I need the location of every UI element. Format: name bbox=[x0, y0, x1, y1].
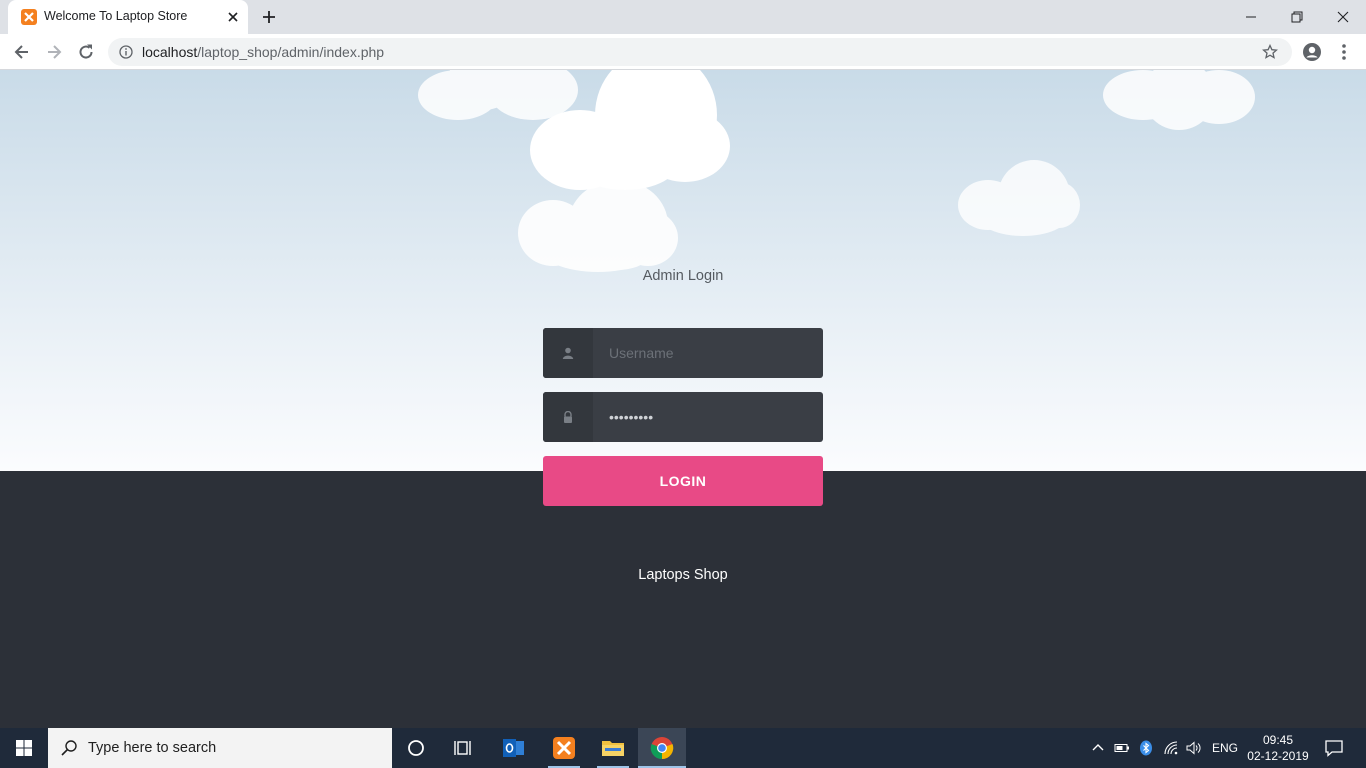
file-explorer-icon[interactable] bbox=[589, 728, 637, 768]
profile-avatar-icon[interactable] bbox=[1302, 42, 1322, 62]
xampp-favicon-icon bbox=[21, 9, 37, 25]
task-view-icon[interactable] bbox=[440, 728, 488, 768]
bookmark-star-icon[interactable] bbox=[1262, 43, 1278, 60]
battery-icon[interactable] bbox=[1114, 740, 1130, 756]
page-content: Admin Login LOGIN Laptops Shop bbox=[0, 70, 1366, 728]
chrome-icon[interactable] bbox=[638, 728, 686, 768]
language-indicator[interactable]: ENG bbox=[1212, 741, 1238, 755]
info-icon[interactable] bbox=[119, 45, 133, 59]
xampp-icon[interactable] bbox=[540, 728, 588, 768]
minimize-button[interactable] bbox=[1228, 0, 1274, 34]
user-icon-box bbox=[543, 328, 593, 378]
user-icon bbox=[562, 347, 574, 359]
clock-date: 02-12-2019 bbox=[1247, 749, 1309, 763]
forward-arrow-icon[interactable] bbox=[44, 42, 64, 62]
clock-time: 09:45 bbox=[1262, 733, 1294, 747]
footer-brand: Laptops Shop bbox=[638, 567, 728, 583]
cortana-icon[interactable] bbox=[392, 728, 440, 768]
taskbar-search-box[interactable]: Type here to search bbox=[48, 728, 392, 768]
lock-icon bbox=[564, 411, 572, 423]
admin-login-heading: Admin Login bbox=[642, 268, 724, 284]
action-center-icon[interactable] bbox=[1324, 738, 1344, 758]
wifi-icon[interactable] bbox=[1163, 740, 1179, 756]
volume-icon[interactable] bbox=[1185, 740, 1201, 756]
search-icon bbox=[61, 740, 77, 756]
password-field[interactable] bbox=[543, 392, 823, 442]
url-text: localhost/laptop_shop/admin/index.php bbox=[142, 44, 384, 60]
password-input[interactable] bbox=[593, 392, 823, 442]
start-button[interactable] bbox=[0, 728, 48, 768]
browser-toolbar: localhost/laptop_shop/admin/index.php bbox=[0, 34, 1366, 70]
url-host: localhost bbox=[142, 44, 198, 60]
more-menu-icon[interactable] bbox=[1336, 42, 1352, 62]
windows-logo-icon bbox=[16, 740, 32, 756]
clock[interactable]: 09:45 02-12-2019 bbox=[1240, 732, 1316, 764]
bluetooth-icon[interactable] bbox=[1138, 740, 1154, 756]
url-path: /laptop_shop/admin/index.php bbox=[197, 44, 385, 60]
login-button[interactable]: LOGIN bbox=[543, 456, 823, 506]
address-bar[interactable]: localhost/laptop_shop/admin/index.php bbox=[108, 38, 1292, 66]
tab-strip: Welcome To Laptop Store bbox=[0, 0, 1366, 34]
close-window-button[interactable] bbox=[1320, 0, 1366, 34]
username-field[interactable] bbox=[543, 328, 823, 378]
close-tab-icon[interactable] bbox=[225, 9, 241, 25]
new-tab-icon[interactable] bbox=[260, 8, 278, 26]
lock-icon-box bbox=[543, 392, 593, 442]
tab-title: Welcome To Laptop Store bbox=[44, 9, 188, 23]
dark-ground bbox=[0, 471, 1366, 728]
show-hidden-icons-chevron-icon[interactable] bbox=[1090, 740, 1106, 756]
search-placeholder: Type here to search bbox=[88, 740, 217, 756]
username-input[interactable] bbox=[593, 328, 823, 378]
back-arrow-icon[interactable] bbox=[12, 42, 32, 62]
restore-button[interactable] bbox=[1274, 0, 1320, 34]
reload-icon[interactable] bbox=[76, 42, 96, 62]
browser-tab[interactable]: Welcome To Laptop Store bbox=[8, 0, 248, 34]
outlook-icon[interactable] bbox=[490, 728, 538, 768]
taskbar: Type here to search ENG 09:45 02-12-2019 bbox=[0, 728, 1366, 768]
